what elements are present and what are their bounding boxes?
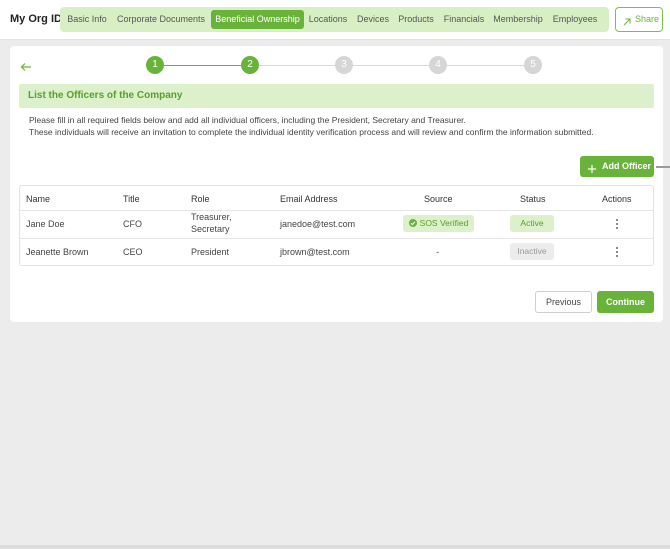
tab-employees[interactable]: Employees <box>551 10 599 29</box>
external-arrow-icon <box>622 14 632 32</box>
tab-devices[interactable]: Devices <box>355 10 391 29</box>
continue-button[interactable]: Continue <box>597 291 654 313</box>
stepper-line-4-5 <box>447 64 524 66</box>
cell-role-line-1: Treasurer, <box>191 212 232 222</box>
intro-text-line-1: Please fill in all required fields below… <box>29 115 466 125</box>
status-badge: Inactive <box>510 243 554 260</box>
plus-icon <box>587 161 597 179</box>
cell-title: CEO <box>123 247 143 257</box>
stepper-line-1-2 <box>164 64 241 66</box>
tab-basic-info[interactable]: Basic Info <box>64 10 110 29</box>
officers-table: Name Title Role Email Address Source Sta… <box>19 185 654 266</box>
step-5: 5 <box>524 56 542 74</box>
column-header-actions: Actions <box>602 194 632 204</box>
step-3: 3 <box>335 56 353 74</box>
tab-membership[interactable]: Membership <box>492 10 544 29</box>
section-title: List the Officers of the Company <box>28 90 183 101</box>
source-label: SOS Verified <box>419 218 469 228</box>
column-header-title[interactable]: Title <box>123 194 140 204</box>
column-header-status[interactable]: Status <box>520 194 546 204</box>
row-actions-kebab-icon[interactable] <box>613 218 621 230</box>
stepper-line-3-4 <box>353 64 429 66</box>
tab-financials[interactable]: Financials <box>442 10 486 29</box>
top-bar: My Org ID Basic Info Corporate Documents… <box>0 0 670 40</box>
section-header: List the Officers of the Company <box>19 84 654 108</box>
nav-tabs: Basic Info Corporate Documents Beneficia… <box>60 7 609 32</box>
tab-locations[interactable]: Locations <box>307 10 349 29</box>
row-actions-kebab-icon[interactable] <box>613 246 621 258</box>
cell-role-line-1: President <box>191 247 230 257</box>
add-officer-button[interactable]: Add Officer <box>580 156 654 177</box>
cell-name: Jane Doe <box>26 219 65 229</box>
column-header-name[interactable]: Name <box>26 194 50 204</box>
edge-resize-handle[interactable] <box>656 166 670 168</box>
cell-name: Jeanette Brown <box>26 247 89 257</box>
share-button[interactable]: Share <box>615 7 663 32</box>
add-officer-label: Add Officer <box>602 161 652 171</box>
cell-title: CFO <box>123 219 142 229</box>
bottom-edge <box>0 545 670 549</box>
source-badge: SOS Verified <box>403 215 474 232</box>
column-header-role[interactable]: Role <box>191 194 210 204</box>
column-header-email[interactable]: Email Address <box>280 194 338 204</box>
back-arrow-icon[interactable] <box>20 59 32 77</box>
status-badge: Active <box>510 215 554 232</box>
step-2: 2 <box>241 56 259 74</box>
tab-corporate-documents[interactable]: Corporate Documents <box>113 10 209 29</box>
check-circle-icon <box>408 219 417 227</box>
row-divider <box>20 238 653 239</box>
previous-button[interactable]: Previous <box>535 291 592 313</box>
brand-title: My Org ID <box>10 13 62 25</box>
cell-role-line-2: Secretary <box>191 224 230 234</box>
share-label: Share <box>635 14 660 24</box>
tab-beneficial-ownership[interactable]: Beneficial Ownership <box>211 10 304 29</box>
cell-email[interactable]: janedoe@test.com <box>280 219 355 229</box>
tab-products[interactable]: Products <box>396 10 436 29</box>
step-4: 4 <box>429 56 447 74</box>
intro-text-line-2: These individuals will receive an invita… <box>29 127 594 137</box>
step-1: 1 <box>146 56 164 74</box>
cell-email[interactable]: jbrown@test.com <box>280 247 350 257</box>
cell-source: - <box>436 247 439 257</box>
stepper-line-2-3 <box>259 64 335 66</box>
column-header-source[interactable]: Source <box>424 194 453 204</box>
header-divider <box>20 210 653 211</box>
